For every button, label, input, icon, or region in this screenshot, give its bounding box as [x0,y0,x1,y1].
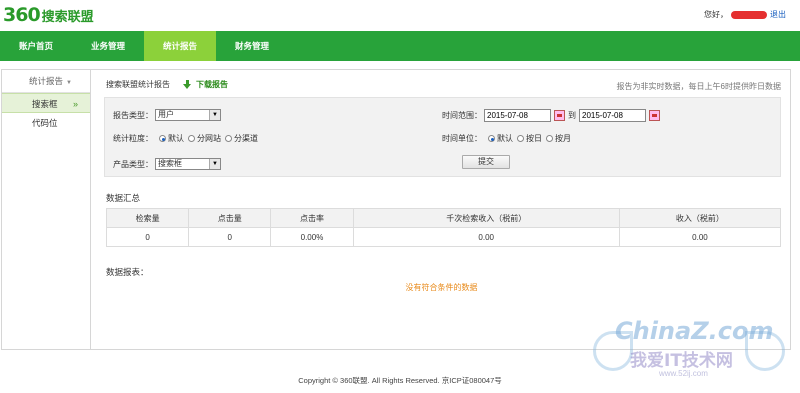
col-header: 检索量 [105,208,190,228]
product-type-row: 产品类型： 搜索框 ▼ [113,158,221,170]
table-row: 0 0 0.00% 0.00 0.00 [105,227,782,247]
radio-label: 默认 [168,134,184,143]
table-header-row: 检索量 点击量 点击率 千次检索收入（税前） 收入（税前） [105,208,782,228]
table-cell: 0.00% [270,227,354,247]
data-notice: 报告为非实时数据，每日上午6时提供昨日数据 [616,82,781,91]
caret-down-icon: ▼ [66,80,72,86]
report-type-select[interactable]: 用户 ▼ [155,109,221,121]
granularity-site-radio[interactable] [188,135,195,142]
content-area: 搜索联盟统计报告 下载报告 报告为非实时数据，每日上午6时提供昨日数据 报告类型… [93,70,790,349]
col-header: 收入（税前） [618,208,782,228]
report-type-value: 用户 [158,110,174,119]
time-unit-daily-radio[interactable] [517,135,524,142]
granularity-row: 统计粒度： 默认 分网站 分渠道 [113,133,258,144]
sidebar-item-code-slot[interactable]: 代码位 [2,113,90,133]
logo-mark: 360 [3,4,41,26]
summary-table: 检索量 点击量 点击率 千次检索收入（税前） 收入（税前） 0 0 0.00% … [105,208,782,247]
table-cell: 0.00 [618,227,782,247]
time-unit-default-radio[interactable] [488,135,495,142]
start-date-input[interactable]: 2015-07-08 [484,109,551,122]
time-range-label: 时间范围： [442,111,482,120]
empty-message: 没有符合条件的数据 [405,283,478,292]
sidebar-item-label: 搜索框 [32,99,58,109]
calendar-icon[interactable] [649,110,660,121]
granularity-default-radio[interactable] [159,135,166,142]
table-cell: 0 [188,227,272,247]
col-header: 千次检索收入（税前） [352,208,620,228]
time-unit-monthly-radio[interactable] [546,135,553,142]
sidebar: 统计报告 ▼ 搜索框 » 代码位 [2,70,91,349]
dropdown-arrow-icon: ▼ [209,110,220,120]
submit-button[interactable]: 提交 [462,155,510,169]
product-type-value: 搜索框 [158,159,182,168]
dropdown-arrow-icon: ▼ [209,159,220,169]
content-header: 搜索联盟统计报告 下载报告 [106,79,228,90]
nav-finance[interactable]: 财务管理 [216,31,288,61]
report-type-row: 报告类型： 用户 ▼ [113,109,221,121]
summary-title: 数据汇总 [106,193,141,203]
radio-label: 按日 [526,134,542,143]
greeting: 您好， [704,10,728,19]
double-chevron-right-icon: » [72,99,78,109]
main-frame: 统计报告 ▼ 搜索框 » 代码位 搜索联盟统计报告 下载报告 报告为非实时数据，每… [1,69,791,350]
logo[interactable]: 360 搜索联盟 [3,4,94,26]
download-report-link[interactable]: 下载报告 [196,79,228,90]
radio-label: 默认 [497,134,513,143]
top-header: 360 搜索联盟 您好， 退出 [0,0,800,31]
logout-link[interactable]: 退出 [770,9,786,20]
nav-reports[interactable]: 统计报告 [144,31,217,61]
sidebar-heading-label: 统计报告 [29,76,64,86]
product-type-select[interactable]: 搜索框 ▼ [155,158,221,170]
time-unit-row: 时间单位： 默认 按日 按月 [442,133,571,144]
radio-label: 分网站 [197,134,221,143]
nav-business[interactable]: 业务管理 [72,31,144,61]
radio-label: 按月 [555,134,571,143]
main-nav: 账户首页 业务管理 统计报告 财务管理 [0,31,800,61]
report-type-label: 报告类型： [113,110,153,120]
granularity-channel-radio[interactable] [225,135,232,142]
col-header: 点击量 [188,208,272,228]
time-range-row: 时间范围： 2015-07-08 到 2015-07-08 [442,109,660,122]
nav-account-home[interactable]: 账户首页 [0,31,72,61]
sidebar-item-search-box[interactable]: 搜索框 » [2,93,90,113]
footer: Copyright © 360联盟. All Rights Reserved. … [298,376,502,385]
logo-text: 搜索联盟 [41,10,94,25]
to-label: 到 [568,111,576,120]
granularity-label: 统计粒度： [113,134,153,143]
time-unit-label: 时间单位： [442,134,482,143]
sidebar-item-label: 代码位 [32,118,58,128]
end-date-input[interactable]: 2015-07-08 [579,109,646,122]
page-title: 搜索联盟统计报告 [106,80,170,89]
filter-panel: 报告类型： 用户 ▼ 统计粒度： 默认 分网站 分渠道 产品类型： 搜索框 ▼ [104,97,781,177]
username-redacted [731,10,767,19]
table-cell: 0.00 [352,227,620,247]
report-title: 数据报表： [106,267,149,277]
col-header: 点击率 [270,208,354,228]
table-cell: 0 [105,227,190,247]
product-type-label: 产品类型： [113,159,153,169]
radio-label: 分渠道 [234,134,258,143]
sidebar-heading[interactable]: 统计报告 ▼ [2,70,90,93]
download-icon[interactable] [183,80,192,89]
user-area: 您好， 退出 [704,9,786,20]
calendar-icon[interactable] [554,110,565,121]
